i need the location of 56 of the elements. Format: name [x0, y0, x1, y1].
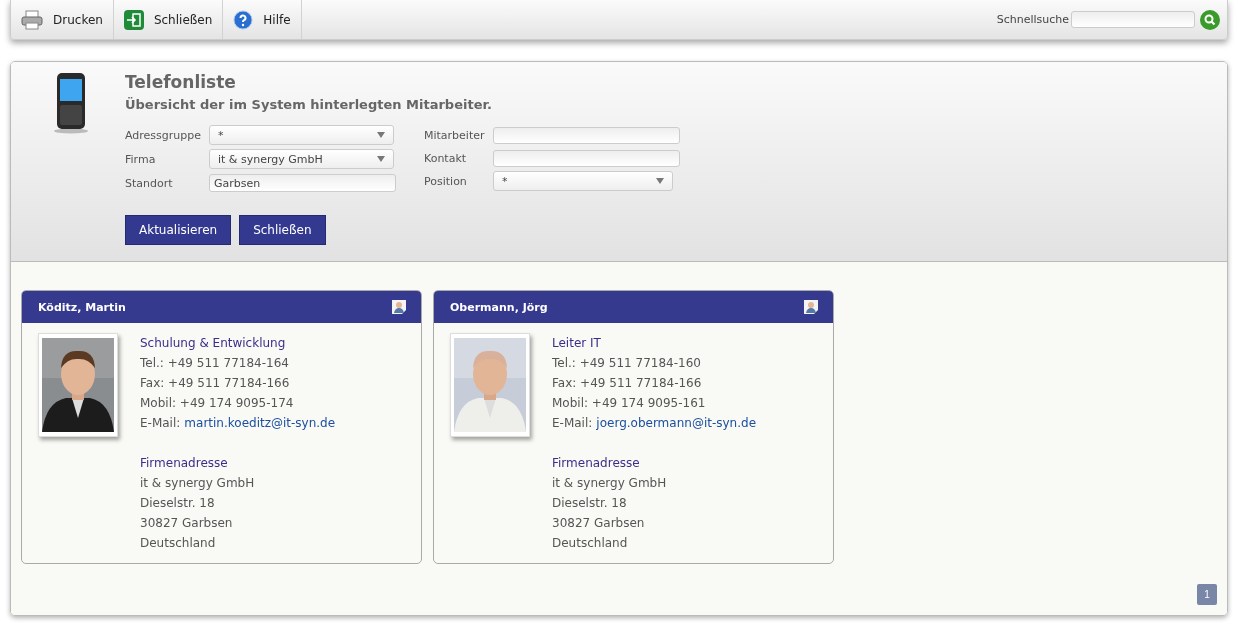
exit-icon	[123, 9, 144, 30]
dropdown[interactable]: *	[493, 171, 673, 191]
phone-number: Tel.: +49 511 77184-164	[140, 355, 290, 372]
dropdown[interactable]: it & synergy GmbH	[209, 149, 394, 169]
contact-name: Köditz, Martin	[38, 300, 126, 314]
address-line: 30827 Garbsen	[552, 515, 646, 532]
toolbar-button[interactable]: Schließen	[113, 0, 224, 39]
input-field[interactable]	[493, 149, 680, 167]
phone-number: Mobil: +49 174 9095-174	[140, 395, 295, 412]
address-line: Dieselstr. 18	[140, 495, 216, 512]
field-label: Standort	[125, 176, 174, 190]
field-label: Adressgruppe	[125, 128, 203, 142]
phone-number: Mobil: +49 174 9095-161	[552, 395, 707, 412]
address-heading: Firmenadresse	[140, 455, 229, 472]
field-label: Firma	[125, 152, 157, 166]
form-button[interactable]: Aktualisieren	[125, 215, 232, 245]
phone-number: Fax: +49 511 77184-166	[140, 375, 291, 392]
address-line: Deutschland	[552, 535, 629, 552]
input-field[interactable]	[493, 126, 680, 144]
job-title: Schulung & Entwicklung	[140, 335, 287, 352]
email-link[interactable]: joerg.obermann@it-syn.de	[596, 413, 757, 433]
address-line: Dieselstr. 18	[552, 495, 628, 512]
page-title: Telefonliste	[125, 72, 237, 92]
address-line: 30827 Garbsen	[140, 515, 234, 532]
address-heading: Firmenadresse	[552, 455, 641, 472]
field-label: Kontakt	[424, 151, 468, 165]
email-label: E-Mail:	[552, 415, 593, 432]
field-label: Mitarbeiter	[424, 128, 486, 142]
dropdown[interactable]: *	[209, 125, 394, 145]
caret-icon	[377, 156, 385, 162]
phone-icon	[53, 72, 89, 134]
phone-number: Tel.: +49 511 77184-160	[552, 355, 702, 372]
address-line: it & synergy GmbH	[140, 475, 256, 492]
form-button[interactable]: Schließen	[239, 215, 326, 245]
caret-icon	[656, 178, 664, 184]
person-card-icon[interactable]	[392, 300, 406, 314]
page-button[interactable]: 1	[1197, 584, 1217, 605]
email-link[interactable]: martin.koeditz@it-syn.de	[184, 413, 336, 433]
search-label: Schnellsuche	[996, 13, 1069, 26]
search-icon[interactable]	[1200, 9, 1220, 30]
input-field[interactable]: Garbsen	[209, 174, 396, 192]
address-line: it & synergy GmbH	[552, 475, 668, 492]
person-card-icon[interactable]	[804, 300, 818, 314]
field-label: Position	[424, 174, 468, 188]
contact-name: Obermann, Jörg	[450, 300, 548, 314]
search-field[interactable]	[1071, 11, 1195, 28]
address-line: Deutschland	[140, 535, 217, 552]
caret-icon	[377, 132, 385, 138]
email-label: E-Mail:	[140, 415, 181, 432]
printer-icon	[21, 8, 43, 31]
page-subtitle: Übersicht der im System hinterlegten Mitarbeiter.	[125, 97, 493, 112]
toolbar-button[interactable]: Drucken	[11, 0, 114, 39]
phone-number: Fax: +49 511 77184-166	[552, 375, 703, 392]
toolbar-button[interactable]: Hilfe	[223, 0, 302, 39]
job-title: Leiter IT	[552, 335, 602, 352]
help-icon	[233, 9, 254, 30]
